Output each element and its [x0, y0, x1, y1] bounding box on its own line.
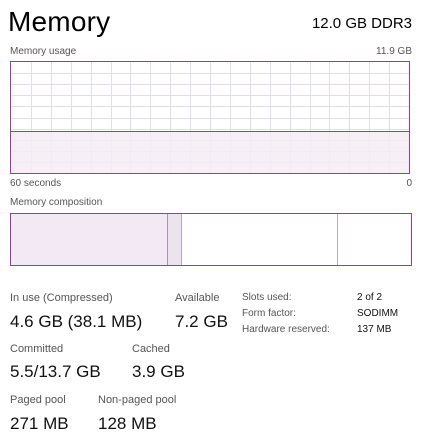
- memory-usage-label: Memory usage: [10, 46, 77, 57]
- in-use-label: In use (Compressed): [10, 292, 113, 304]
- paged-pool-label: Paged pool: [10, 394, 66, 406]
- memory-spec: 12.0 GB DDR3: [311, 15, 412, 32]
- composition-modified-segment: [167, 214, 182, 265]
- composition-free-segment: [338, 214, 411, 265]
- hardware-reserved-value: 137 MB: [357, 324, 392, 335]
- composition-in-use-segment: [11, 214, 167, 265]
- memory-usage-chart: [11, 62, 409, 173]
- axis-zero-label: 0: [406, 178, 412, 189]
- committed-label: Committed: [10, 343, 64, 355]
- in-use-value: 4.6 GB (38.1 MB): [10, 312, 143, 331]
- cached-label: Cached: [132, 343, 170, 355]
- cached-value: 3.9 GB: [132, 362, 185, 381]
- committed-value: 5.5/13.7 GB: [10, 362, 101, 381]
- form-factor-label: Form factor:: [242, 308, 296, 319]
- page-title: Memory: [8, 6, 111, 37]
- time-span-label: 60 seconds: [10, 178, 62, 189]
- memory-usage-graph: [10, 61, 410, 174]
- usage-area: [11, 131, 409, 173]
- slots-used-value: 2 of 2: [357, 292, 383, 303]
- composition-standby-segment: [182, 214, 338, 265]
- hardware-reserved-label: Hardware reserved:: [242, 324, 330, 335]
- available-label: Available: [175, 292, 220, 304]
- available-value: 7.2 GB: [175, 312, 228, 331]
- memory-composition-label: Memory composition: [10, 197, 103, 208]
- memory-composition-bar: [10, 213, 412, 266]
- form-factor-value: SODIMM: [357, 308, 399, 319]
- non-paged-pool-value: 128 MB: [98, 414, 157, 433]
- memory-usage-max: 11.9 GB: [376, 46, 412, 57]
- paged-pool-value: 271 MB: [10, 414, 69, 433]
- slots-used-label: Slots used:: [242, 292, 292, 303]
- non-paged-pool-label: Non-paged pool: [98, 394, 177, 406]
